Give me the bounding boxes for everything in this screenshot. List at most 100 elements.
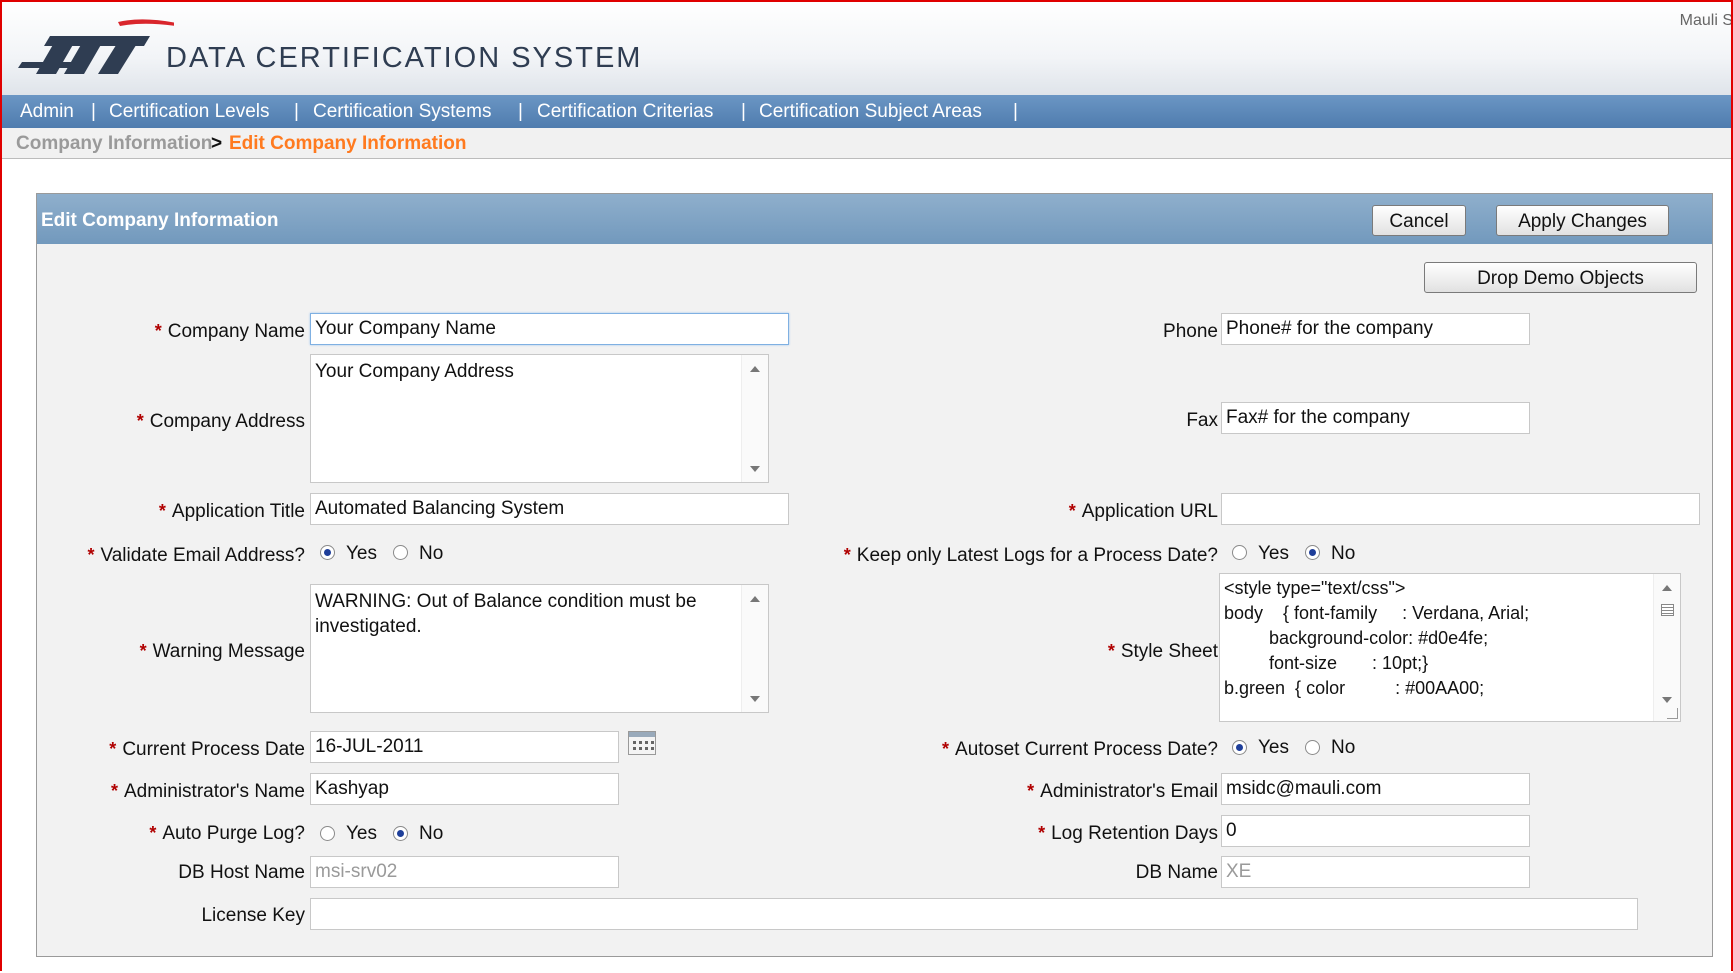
phone-input[interactable]: Phone# for the company: [1221, 313, 1530, 345]
company-address-label-text: Company Address: [149, 411, 305, 432]
validate-email-no-radio[interactable]: [393, 545, 408, 560]
style-sheet-textarea[interactable]: <style type="text/css"> body { font-fami…: [1219, 573, 1681, 722]
company-address-textarea[interactable]: Your Company Address: [310, 354, 769, 483]
style-sheet-value: <style type="text/css"> body { font-fami…: [1224, 578, 1530, 698]
textarea-scrollbar[interactable]: [741, 585, 768, 712]
autoset-process-date-label-text: Autoset Current Process Date?: [955, 739, 1218, 760]
administrator-email-label-text: Administrator's Email: [1040, 781, 1218, 802]
scroll-down-icon[interactable]: [1662, 697, 1672, 703]
nav-item-certification-subject-areas[interactable]: Certification Subject Areas: [759, 101, 982, 123]
required-marker: *: [109, 739, 117, 759]
license-key-label: License Key: [201, 905, 305, 926]
administrator-name-label-text: Administrator's Name: [123, 781, 305, 802]
company-address-label: * Company Address: [137, 411, 305, 433]
scroll-up-icon[interactable]: [750, 596, 760, 602]
required-marker: *: [149, 823, 157, 843]
db-host-name-input[interactable]: msi-srv02: [310, 856, 619, 888]
style-sheet-label: * Style Sheet: [1108, 641, 1218, 663]
app-title: DATA CERTIFICATION SYSTEM: [166, 42, 643, 74]
scroll-up-icon[interactable]: [750, 366, 760, 372]
auto-purge-yes-label[interactable]: Yes: [346, 823, 377, 845]
autoset-yes-label[interactable]: Yes: [1258, 737, 1289, 759]
validate-email-no-label[interactable]: No: [419, 543, 443, 565]
nav-separator: |: [518, 101, 523, 122]
administrator-email-label: * Administrator's Email: [1027, 781, 1218, 803]
keep-latest-logs-no-radio[interactable]: [1305, 545, 1320, 560]
list-icon: [1661, 604, 1674, 616]
cancel-button[interactable]: Cancel: [1372, 205, 1466, 236]
resize-handle-icon[interactable]: [1667, 708, 1678, 719]
required-marker: *: [1027, 781, 1035, 801]
application-title-label: * Application Title: [159, 501, 305, 523]
company-address-value: Your Company Address: [315, 361, 514, 382]
application-title-label-text: Application Title: [171, 501, 305, 522]
nav-separator: |: [91, 101, 96, 122]
keep-latest-logs-yes-label[interactable]: Yes: [1258, 543, 1289, 565]
autoset-process-date-label: * Autoset Current Process Date?: [942, 739, 1218, 761]
administrator-name-label: * Administrator's Name: [111, 781, 305, 803]
auto-purge-log-label: * Auto Purge Log?: [149, 823, 305, 845]
keep-latest-logs-label: * Keep only Latest Logs for a Process Dat…: [844, 545, 1218, 567]
keep-latest-logs-label-text: Keep only Latest Logs for a Process Date…: [856, 545, 1218, 566]
log-retention-days-label: * Log Retention Days: [1038, 823, 1218, 845]
company-name-input[interactable]: Your Company Name: [310, 313, 789, 345]
log-retention-days-label-text: Log Retention Days: [1051, 823, 1218, 844]
required-marker: *: [139, 641, 147, 661]
textarea-scrollbar[interactable]: [1653, 574, 1680, 721]
nav-separator: |: [1013, 101, 1018, 122]
calendar-icon[interactable]: [628, 731, 656, 755]
keep-latest-logs-yes-radio[interactable]: [1232, 545, 1247, 560]
administrator-email-input[interactable]: msidc@mauli.com: [1221, 773, 1530, 805]
application-url-input[interactable]: [1221, 493, 1700, 525]
apply-changes-button[interactable]: Apply Changes: [1496, 205, 1669, 236]
required-marker: *: [110, 781, 118, 801]
auto-purge-no-label[interactable]: No: [419, 823, 443, 845]
scroll-up-icon[interactable]: [1662, 585, 1672, 591]
required-marker: *: [87, 545, 95, 565]
validate-email-label: * Validate Email Address?: [87, 545, 305, 567]
validate-email-yes-radio[interactable]: [320, 545, 335, 560]
application-title-input[interactable]: Automated Balancing System: [310, 493, 789, 525]
validate-email-yes-label[interactable]: Yes: [346, 543, 377, 565]
application-url-label-text: Application URL: [1081, 501, 1218, 522]
breadcrumb-separator: >: [211, 133, 223, 154]
auto-purge-no-radio[interactable]: [393, 826, 408, 841]
fax-input[interactable]: Fax# for the company: [1221, 402, 1530, 434]
required-marker: *: [843, 545, 851, 565]
app-header: DATA CERTIFICATION SYSTEM Mauli S: [2, 2, 1733, 95]
current-process-date-input[interactable]: 16-JUL-2011: [310, 731, 619, 763]
phone-label: Phone: [1163, 321, 1218, 342]
warning-message-value: WARNING: Out of Balance condition must b…: [315, 591, 697, 637]
breadcrumb-parent-link[interactable]: Company Information: [16, 133, 212, 155]
keep-latest-logs-no-label[interactable]: No: [1331, 543, 1355, 565]
required-marker: *: [942, 739, 950, 759]
autoset-no-radio[interactable]: [1305, 740, 1320, 755]
user-name[interactable]: Mauli S: [1680, 12, 1733, 30]
textarea-scrollbar[interactable]: [741, 355, 768, 482]
breadcrumb: Company Information > Edit Company Infor…: [2, 128, 1733, 159]
required-marker: *: [1068, 501, 1076, 521]
drop-demo-objects-button[interactable]: Drop Demo Objects: [1424, 262, 1697, 293]
scroll-down-icon[interactable]: [750, 696, 760, 702]
company-logo-icon: [18, 19, 174, 74]
nav-item-certification-systems[interactable]: Certification Systems: [313, 101, 491, 123]
warning-message-textarea[interactable]: WARNING: Out of Balance condition must b…: [310, 584, 769, 713]
db-name-input[interactable]: XE: [1221, 856, 1530, 888]
nav-item-certification-criterias[interactable]: Certification Criterias: [537, 101, 713, 123]
autoset-no-label[interactable]: No: [1331, 737, 1355, 759]
administrator-name-input[interactable]: Kashyap: [310, 773, 619, 805]
breadcrumb-current: Edit Company Information: [229, 133, 467, 154]
current-process-date-label-text: Current Process Date: [122, 739, 305, 760]
nav-item-admin[interactable]: Admin: [20, 101, 74, 123]
autoset-yes-radio[interactable]: [1232, 740, 1247, 755]
nav-separator: |: [741, 101, 746, 122]
auto-purge-yes-radio[interactable]: [320, 826, 335, 841]
license-key-input[interactable]: [310, 898, 1638, 930]
required-marker: *: [136, 411, 144, 431]
warning-message-label: * Warning Message: [140, 641, 305, 663]
warning-message-label-text: Warning Message: [152, 641, 305, 662]
nav-item-certification-levels[interactable]: Certification Levels: [109, 101, 270, 123]
required-marker: *: [1038, 823, 1046, 843]
log-retention-days-input[interactable]: 0: [1221, 815, 1530, 847]
scroll-down-icon[interactable]: [750, 466, 760, 472]
